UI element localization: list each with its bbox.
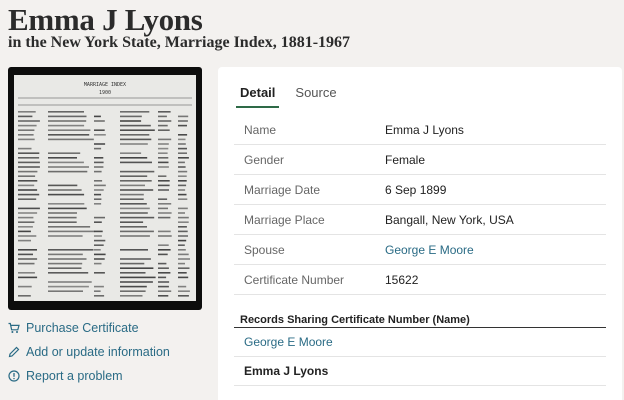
add-update-info-label: Add or update information <box>26 345 170 359</box>
detail-label: Certificate Number <box>244 272 345 287</box>
tab-source[interactable]: Source <box>291 83 340 108</box>
detail-label: Marriage Date <box>244 182 321 197</box>
page-title: Emma J Lyons <box>8 2 203 37</box>
record-image-thumbnail[interactable]: MARRIAGE INDEX 1900 <box>8 67 202 310</box>
shared-record-link[interactable]: George E Moore <box>234 328 606 357</box>
detail-tabs: Detail Source <box>236 83 353 108</box>
detail-label: Marriage Place <box>244 212 325 227</box>
detail-label: Gender <box>244 152 285 167</box>
detail-row-certificate-number: Certificate Number 15622 <box>234 265 606 295</box>
detail-row-name: Name Emma J Lyons <box>234 115 606 145</box>
detail-table: Name Emma J Lyons Gender Female Marriage… <box>234 115 606 295</box>
detail-row-marriage-date: Marriage Date 6 Sep 1899 <box>234 175 606 205</box>
detail-row-spouse: Spouse George E Moore <box>234 235 606 265</box>
pencil-icon <box>8 346 20 358</box>
alert-circle-icon <box>8 370 20 382</box>
purchase-certificate-label: Purchase Certificate <box>26 321 139 335</box>
detail-label: Name <box>244 122 277 137</box>
add-update-info-link[interactable]: Add or update information <box>8 340 208 364</box>
detail-value: 15622 <box>385 272 419 287</box>
purchase-certificate-link[interactable]: Purchase Certificate <box>8 316 208 340</box>
spouse-link[interactable]: George E Moore <box>385 243 474 257</box>
record-image-heading: MARRIAGE INDEX <box>84 82 126 88</box>
report-problem-label: Report a problem <box>26 369 123 383</box>
page-subtitle: in the New York State, Marriage Index, 1… <box>8 34 351 51</box>
tab-detail[interactable]: Detail <box>236 83 280 108</box>
record-image-year: 1900 <box>99 90 111 96</box>
shared-record-current: Emma J Lyons <box>234 357 606 386</box>
detail-row-marriage-place: Marriage Place Bangall, New York, USA <box>234 205 606 235</box>
cart-icon <box>8 322 20 333</box>
detail-value: Bangall, New York, USA <box>385 212 514 227</box>
record-actions: Purchase Certificate Add or update infor… <box>8 316 208 388</box>
record-image-page <box>14 75 196 301</box>
detail-row-gender: Gender Female <box>234 145 606 175</box>
detail-label: Spouse <box>244 242 285 257</box>
shared-records-heading: Records Sharing Certificate Number (Name… <box>240 314 470 326</box>
detail-value: Emma J Lyons <box>385 122 464 137</box>
detail-value: 6 Sep 1899 <box>385 182 447 197</box>
shared-records-list: George E Moore Emma J Lyons <box>234 328 606 386</box>
detail-value: Female <box>385 152 426 167</box>
report-problem-link[interactable]: Report a problem <box>8 364 208 388</box>
record-detail-card: Detail Source Name Emma J Lyons Gender F… <box>218 67 622 400</box>
